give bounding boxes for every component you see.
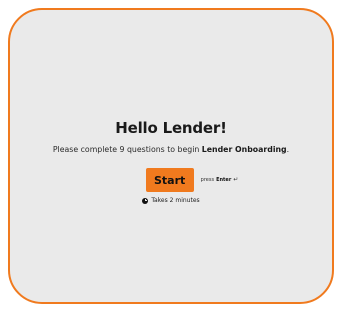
- onboarding-card: Hello Lender! Please complete 9 question…: [8, 8, 334, 304]
- keyboard-hint: press Enter ↵: [200, 176, 239, 184]
- hint-prefix: press: [200, 177, 215, 183]
- enter-key-icon: ↵: [233, 176, 239, 183]
- intro-suffix: .: [286, 145, 290, 154]
- intro-highlight: Lender Onboarding: [201, 145, 287, 154]
- start-button[interactable]: Start: [145, 168, 194, 192]
- welcome-content: Hello Lender! Please complete 9 question…: [10, 118, 332, 204]
- hint-key: Enter: [216, 177, 232, 183]
- duration-text: Takes 2 minutes: [151, 197, 200, 204]
- start-row: Start press Enter ↵: [10, 168, 332, 192]
- duration-info: Takes 2 minutes: [10, 197, 332, 204]
- clock-icon: [142, 197, 149, 204]
- intro-prefix: Please complete 9 questions to begin: [52, 145, 202, 154]
- intro-text: Please complete 9 questions to begin Len…: [10, 144, 332, 156]
- page-title: Hello Lender!: [115, 119, 227, 137]
